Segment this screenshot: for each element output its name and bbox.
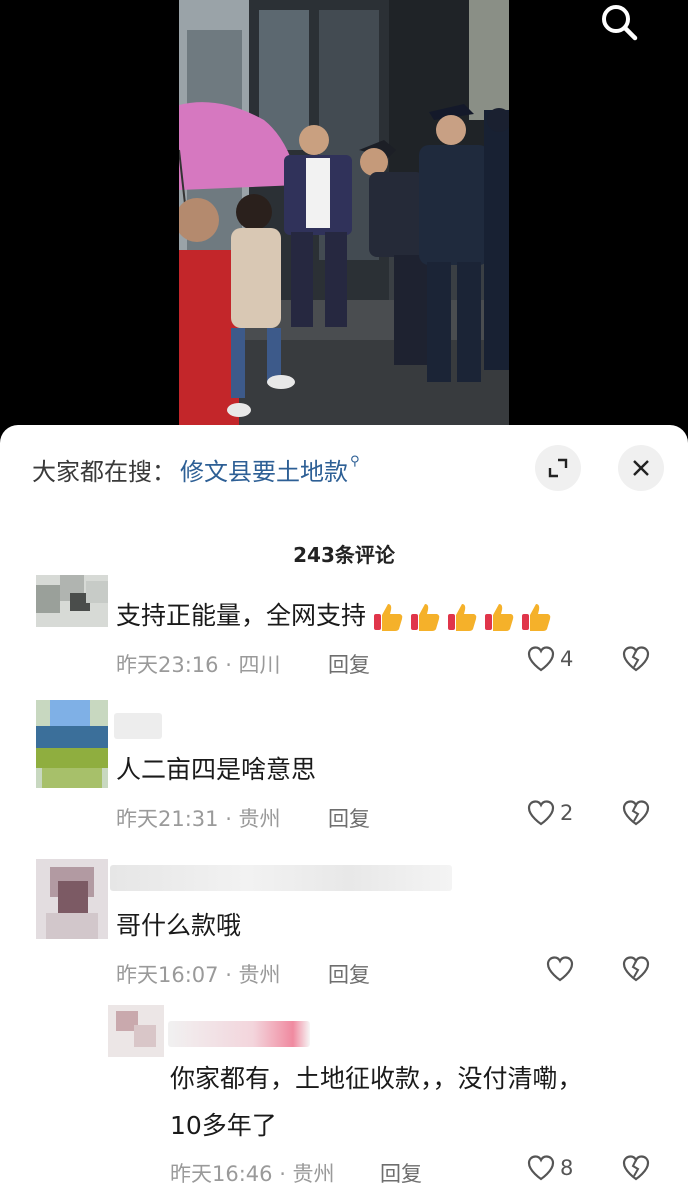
dislike-button[interactable] [621,1154,651,1186]
like-count: 8 [560,1156,574,1180]
comment-text-content: 支持正能量，全网支持 [116,601,367,630]
thumbs-up-emoji-group [368,598,553,634]
comment-text: 人二亩四是啥意思 [116,755,317,784]
heart-icon [527,1155,555,1181]
broken-heart-icon [622,646,650,672]
thumbs-up-icon [374,604,403,631]
thumbs-up-icon [522,604,551,631]
like-button[interactable] [545,955,579,983]
like-button[interactable]: 4 [526,645,573,673]
close-button[interactable] [618,445,664,491]
like-count: 2 [560,801,574,825]
reply-button[interactable]: 回复 [328,649,370,679]
avatar[interactable] [36,859,108,939]
avatar[interactable] [36,700,108,788]
video-scene [179,0,509,425]
video-frame[interactable] [179,0,509,425]
broken-heart-icon [622,956,650,982]
dislike-button[interactable] [621,955,651,987]
expand-button[interactable] [535,445,581,491]
dislike-button[interactable] [621,799,651,831]
thumbs-up-icon [485,604,514,631]
like-count: 4 [560,647,574,671]
thumbs-up-icon [448,604,477,631]
search-hint: 大家都在搜： 修文县要土地款 ⚲ [32,451,360,487]
video-player[interactable] [0,0,688,440]
comment-text: 支持正能量，全网支持 [116,598,553,634]
comments-sheet: 大家都在搜： 修文县要土地款 ⚲ 243条评论 支持正能量，全网支持 昨天23:… [0,425,688,1200]
search-hint-prefix: 大家都在搜： [32,457,176,486]
reply-button[interactable]: 回复 [380,1158,422,1188]
comment-meta: 昨天21:31 · 贵州 [116,807,281,831]
avatar[interactable] [36,575,108,627]
like-button[interactable]: 2 [526,799,573,827]
heart-icon [527,800,555,826]
username-blurred[interactable] [110,865,452,891]
comment-meta: 昨天23:16 · 四川 [116,653,281,677]
reply-button[interactable]: 回复 [328,803,370,833]
search-icon [602,5,638,41]
username-blurred[interactable] [114,713,162,739]
small-search-icon: ⚲ [350,453,360,469]
search-button[interactable] [596,0,642,44]
heart-icon [527,646,555,672]
search-hint-link[interactable]: 修文县要土地款 [180,452,348,487]
username-blurred[interactable] [168,1021,310,1047]
reply-text-line-1: 你家都有，土地征收款，，没付清嘞， [170,1064,583,1093]
heart-icon [546,956,574,982]
reply-button[interactable]: 回复 [328,959,370,989]
expand-icon [548,458,568,478]
comment-count: 243条评论 [293,543,395,567]
reply-avatar[interactable] [108,1005,164,1057]
broken-heart-icon [622,800,650,826]
reply-text-line-2: 10多年了 [170,1111,277,1140]
comment-text: 哥什么款哦 [116,911,242,940]
close-icon [633,460,649,476]
comment-meta: 昨天16:07 · 贵州 [116,963,281,987]
reply-meta: 昨天16:46 · 贵州 [170,1162,335,1186]
thumbs-up-icon [411,604,440,631]
like-button[interactable]: 8 [526,1154,573,1182]
broken-heart-icon [622,1155,650,1181]
dislike-button[interactable] [621,645,651,677]
